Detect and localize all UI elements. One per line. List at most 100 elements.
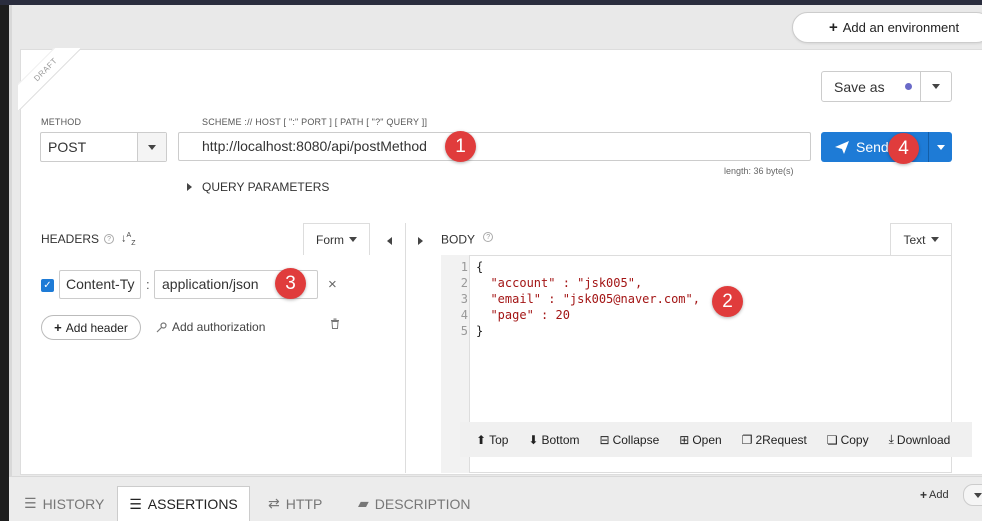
bottom-button[interactable]: ⬇ Bottom (528, 433, 579, 447)
method-dropdown-toggle[interactable] (138, 133, 166, 161)
help-icon[interactable]: ? (104, 234, 115, 245)
method-select[interactable]: POST (40, 132, 167, 162)
add-environment-button[interactable]: + Add an environment (792, 12, 982, 43)
line-number: 4 (460, 308, 468, 322)
minus-square-icon: ⊟ (599, 432, 610, 447)
unsaved-dot-icon (905, 83, 912, 90)
http-label: HTTP (285, 495, 323, 512)
add-assertion-button[interactable]: + Add (920, 488, 949, 502)
sort-icon[interactable]: ↓AZ (121, 232, 135, 247)
plus-square-icon: ⊞ (679, 432, 690, 447)
tab-history[interactable]: ☰ HISTORY (24, 486, 104, 521)
list-icon: ☰ (24, 495, 37, 511)
exchange-icon: ⇄ (268, 495, 280, 511)
scheme-label: SCHEME :// HOST [ ":" PORT ] [ PATH [ "?… (202, 117, 428, 127)
line-number: 3 (460, 292, 468, 306)
body-toolbar: ⬆ Top ⬇ Bottom ⊟ Collapse ⊞ Open ❐ 2Request ❏… (460, 422, 972, 457)
add-authorization-label: Add authorization (172, 320, 266, 334)
tab-http[interactable]: ⇄ HTTP (268, 486, 322, 521)
to-request-label: 2Request (755, 432, 807, 447)
save-as-label: Save as (834, 78, 885, 95)
to-request-button[interactable]: ❐ 2Request (742, 433, 807, 447)
download-label: Download (896, 432, 951, 447)
bottom-label: Bottom (541, 432, 580, 447)
line-number: 2 (460, 276, 468, 290)
add-label: Add (929, 489, 949, 501)
download-button[interactable]: ⤓ Download (889, 432, 951, 447)
body-label: BODY (441, 232, 475, 247)
add-environment-label: Add an environment (842, 20, 960, 35)
url-input[interactable]: http://localhost:8080/api/postMethod (178, 132, 811, 161)
format-tab-label: Text (903, 232, 926, 247)
top-button[interactable]: ⬆ Top (476, 433, 508, 447)
headers-title: HEADERS ? ↓AZ (41, 232, 135, 247)
list-icon: ☰ (129, 495, 142, 512)
more-dropdown[interactable] (963, 484, 982, 506)
query-parameters-label: QUERY PARAMETERS (202, 180, 330, 194)
method-value: POST (48, 139, 87, 155)
expand-right-icon (418, 237, 423, 245)
copy-label: Copy (840, 432, 869, 447)
description-label: DESCRIPTION (374, 495, 471, 512)
header-colon: : (146, 277, 150, 292)
draft-ribbon: DRAFT (18, 48, 80, 110)
top-label: Top (489, 432, 509, 447)
save-dropdown-toggle[interactable] (921, 84, 951, 89)
code-line[interactable]: "page" : 20 (476, 307, 569, 323)
arrow-down-circle-icon: ⬇ (528, 432, 539, 447)
copy-button[interactable]: ❏ Copy (827, 433, 869, 447)
open-label: Open (692, 432, 722, 447)
headers-label: HEADERS (41, 232, 100, 247)
arrow-up-circle-icon: ⬆ (476, 432, 487, 447)
help-icon[interactable]: ? (483, 232, 494, 242)
method-label: METHOD (41, 117, 82, 127)
chevron-down-icon (930, 237, 939, 242)
history-label: HISTORY (42, 495, 105, 512)
headers-form-tab[interactable]: Form (303, 223, 370, 255)
header-enabled-checkbox[interactable]: ✓ (41, 279, 54, 292)
collapse-label: Collapse (612, 432, 660, 447)
plus-icon: + (920, 488, 928, 502)
paper-plane-icon (835, 140, 849, 154)
documents-icon: ❐ (741, 432, 753, 447)
collapse-left-icon (387, 237, 392, 245)
code-line[interactable]: "account" : "jsk005", (476, 275, 642, 291)
chevron-down-icon (936, 144, 945, 150)
open-button[interactable]: ⊞ Open (679, 433, 721, 447)
expand-right-icon (187, 183, 192, 191)
expand-right-button[interactable] (418, 234, 433, 248)
copy-icon: ❏ (826, 432, 838, 447)
chevron-down-icon (148, 144, 156, 150)
body-title: BODY ? (441, 232, 494, 247)
pane-divider[interactable] (405, 223, 406, 473)
plus-icon: + (54, 320, 62, 335)
code-line[interactable]: "email" : "jsk005@naver.com", (476, 291, 700, 307)
download-icon: ⤓ (888, 432, 894, 446)
draft-label: DRAFT (18, 48, 80, 110)
code-line[interactable]: } (476, 323, 483, 339)
save-as-button[interactable]: Save as (821, 71, 952, 102)
trash-icon[interactable] (330, 318, 340, 332)
body-format-tab[interactable]: Text (890, 223, 952, 255)
add-authorization-button[interactable]: Add authorization (156, 320, 265, 334)
code-line[interactable]: { (476, 259, 483, 275)
remove-header-icon[interactable]: × (328, 276, 337, 293)
left-window-edge (0, 5, 9, 521)
collapse-left-button[interactable] (387, 234, 392, 248)
tab-description[interactable]: ▰ DESCRIPTION (358, 486, 470, 521)
send-label: Send (856, 139, 889, 155)
query-parameters-toggle[interactable]: QUERY PARAMETERS (187, 180, 329, 194)
collapse-button[interactable]: ⊟ Collapse (600, 433, 660, 447)
send-dropdown-toggle[interactable] (929, 144, 952, 150)
annotation-badge-3: 3 (275, 268, 306, 299)
header-name-input[interactable]: Content-Ty (59, 270, 141, 299)
send-button[interactable]: Send (821, 132, 952, 162)
tab-assertions[interactable]: ☰ ASSERTIONS (117, 486, 250, 521)
add-header-button[interactable]: + Add header (41, 315, 141, 340)
line-number: 1 (460, 260, 468, 274)
add-header-label: Add header (65, 320, 128, 335)
annotation-badge-2: 2 (712, 286, 743, 317)
plus-icon: + (829, 19, 838, 36)
url-length: length: 36 byte(s) (724, 166, 794, 176)
top-window-strip (0, 0, 982, 5)
